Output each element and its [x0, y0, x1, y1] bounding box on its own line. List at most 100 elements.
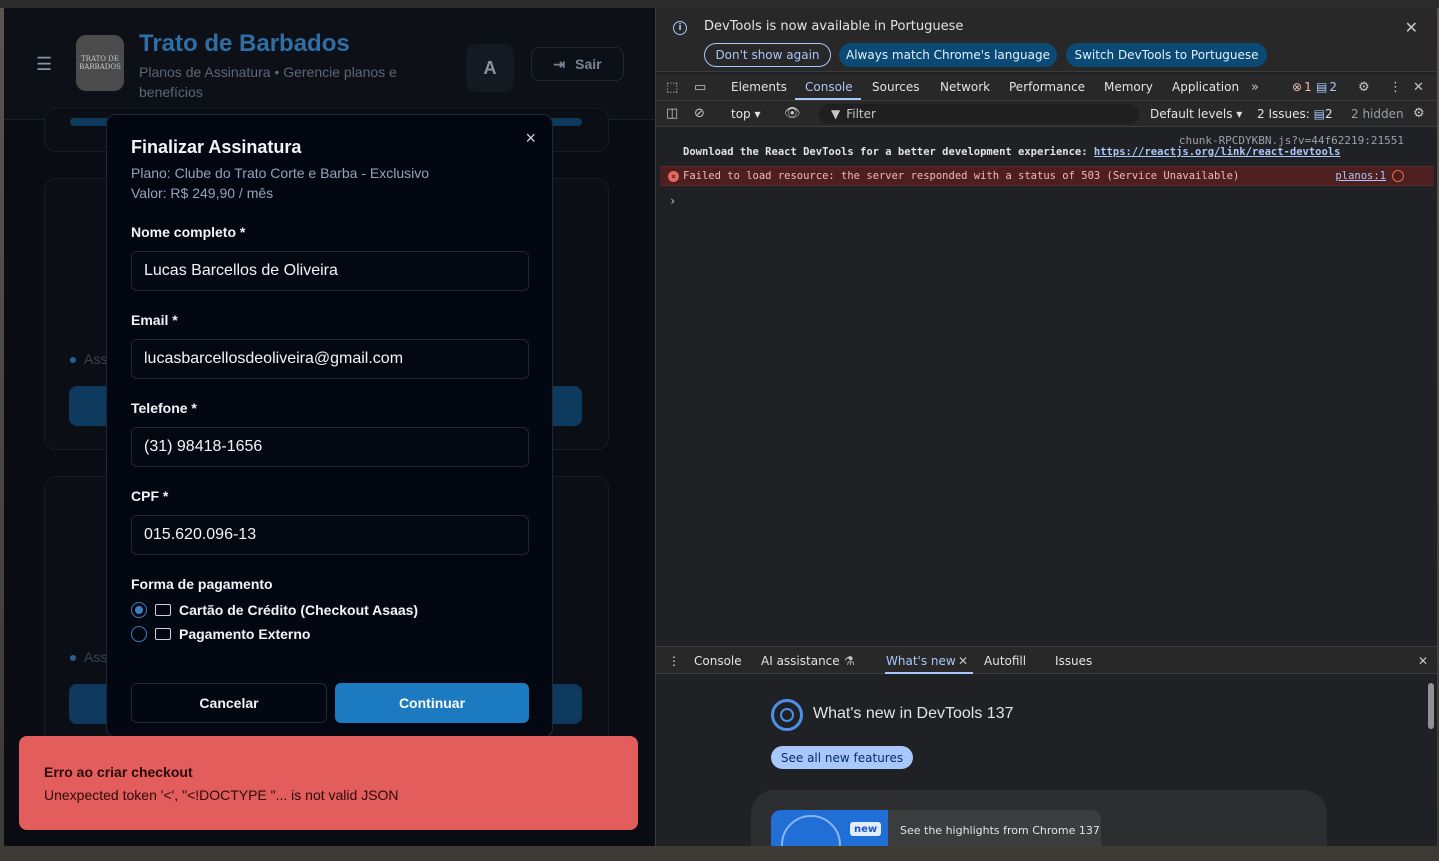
cash-icon [155, 628, 171, 640]
error-source-link[interactable]: planos:1 [1335, 170, 1386, 182]
error-message-row: × Failed to load resource: the server re… [660, 166, 1434, 186]
cpf-field[interactable]: 015.620.096-13 [131, 515, 529, 555]
app-page: ☰ TRATO DE BARBADOS Trato de Barbados Pl… [4, 8, 654, 846]
more-tabs-icon[interactable]: » [1251, 80, 1259, 95]
payment-label: Forma de pagamento [131, 576, 273, 592]
message-counter[interactable]: ▤ 2 [1316, 80, 1337, 94]
scrollbar[interactable] [1428, 683, 1434, 729]
whats-new-title: What's new in DevTools 137 [813, 705, 1014, 722]
chrome-devtools-logo-icon [771, 699, 803, 731]
toast-title: Erro ao criar checkout [44, 764, 193, 780]
issues-label: 2 Issues: [1257, 107, 1310, 121]
network-stop-icon[interactable] [1392, 170, 1404, 182]
device-toolbar-icon[interactable]: ▭ [694, 80, 706, 95]
drawer-tab-whats-new[interactable]: What's new [886, 654, 956, 668]
modal-title: Finalizar Assinatura [131, 137, 302, 157]
switch-language-button[interactable]: Switch DevTools to Portuguese [1066, 43, 1267, 67]
menu-icon[interactable]: ☰ [36, 54, 52, 75]
message-icon: ▤ [1316, 80, 1328, 94]
active-drawer-tab-indicator [885, 672, 973, 674]
console-settings-icon[interactable]: ⚙ [1413, 106, 1425, 121]
radio-button[interactable] [131, 602, 147, 618]
cancel-button[interactable]: Cancelar [131, 683, 327, 723]
kebab-menu-icon[interactable]: ⋮ [1389, 80, 1402, 95]
console-output: chunk-RPCDYKBN.js?v=44f62219:21551 Downl… [656, 128, 1437, 646]
avatar[interactable]: A [466, 44, 514, 92]
console-toolbar: ◫ ⊘ top ▾ 👁 ▼ Filter Default levels ▾ 2 … [656, 101, 1437, 127]
error-counter[interactable]: ⊗ 1 [1292, 80, 1312, 94]
log-link[interactable]: https://reactjs.org/link/react-devtools [1094, 146, 1341, 158]
payment-option-label: Cartão de Crédito (Checkout Asaas) [179, 602, 419, 618]
toast-message: Unexpected token '<', "<!DOCTYPE "... is… [44, 787, 399, 803]
error-toast[interactable]: Erro ao criar checkout Unexpected token … [19, 736, 638, 830]
continue-button[interactable]: Continuar [335, 683, 529, 723]
phone-field[interactable]: (31) 98418-1656 [131, 427, 529, 467]
filter-placeholder: Filter [846, 107, 876, 121]
close-icon[interactable]: ✕ [1405, 18, 1418, 37]
brand-subtitle: Planos de Assinatura • Gerencie planos e… [139, 64, 397, 100]
whats-new-panel: What's new in DevTools 137 See all new f… [656, 675, 1437, 846]
new-badge: new [850, 822, 882, 836]
filter-icon: ▼ [831, 107, 841, 121]
name-field[interactable]: Lucas Barcellos de Oliveira [131, 251, 529, 291]
issues-button[interactable]: 2 Issues: ▤2 [1257, 107, 1333, 121]
infobar-text: DevTools is now available in Portuguese [704, 19, 964, 34]
close-tab-icon[interactable]: ✕ [958, 654, 968, 668]
settings-gear-icon[interactable]: ⚙ [1358, 80, 1370, 95]
see-all-features-button[interactable]: See all new features [771, 746, 913, 769]
email-field[interactable]: lucasbarcellosdeoliveira@gmail.com [131, 339, 529, 379]
plan-feature-text: Ass [84, 649, 108, 665]
drawer-tab-autofill[interactable]: Autofill [984, 654, 1026, 668]
console-prompt[interactable]: › [669, 194, 676, 208]
log-message: Download the React DevTools for a better… [683, 146, 1340, 158]
message-count: 2 [1329, 80, 1337, 94]
app-header: ☰ TRATO DE BARBADOS Trato de Barbados Pl… [4, 8, 654, 120]
issues-icon: ▤ [1313, 107, 1325, 121]
modal-value: Valor: R$ 249,90 / mês [131, 185, 274, 201]
levels-label: Default levels [1150, 107, 1233, 121]
tab-elements[interactable]: Elements [731, 80, 787, 94]
payment-option-label: Pagamento Externo [179, 626, 311, 642]
radio-button[interactable] [131, 626, 147, 642]
filter-input[interactable]: ▼ Filter [819, 104, 1139, 124]
context-label: top [731, 107, 751, 121]
flask-icon: ⚗ [844, 654, 855, 668]
tab-performance[interactable]: Performance [1009, 80, 1085, 94]
payment-option-external[interactable]: Pagamento Externo [131, 626, 310, 642]
plan-feature-text: Ass [84, 351, 108, 367]
tab-application[interactable]: Application [1172, 80, 1239, 94]
context-selector[interactable]: top ▾ [731, 107, 761, 121]
modal-plan: Plano: Clube do Trato Corte e Barba - Ex… [131, 165, 430, 181]
logout-button[interactable]: ⇥ Sair [531, 47, 624, 81]
brand-title: Trato de Barbados [139, 30, 350, 57]
tab-network[interactable]: Network [940, 80, 990, 94]
tab-sources[interactable]: Sources [872, 80, 919, 94]
active-tab-indicator [795, 98, 861, 100]
drawer-tabbar: ⋮ Console AI assistance ⚗ What's new ✕ A… [656, 646, 1437, 674]
error-icon: ⊗ [1292, 80, 1303, 94]
devtools-panel: i DevTools is now available in Portugues… [655, 8, 1437, 846]
cpf-label: CPF * [131, 488, 169, 504]
drawer-tab-console[interactable]: Console [694, 654, 742, 668]
close-icon[interactable]: × [525, 129, 536, 147]
tab-memory[interactable]: Memory [1104, 80, 1153, 94]
sidebar-toggle-icon[interactable]: ◫ [666, 106, 678, 121]
levels-dropdown[interactable]: Default levels ▾ [1150, 107, 1242, 121]
always-match-language-button[interactable]: Always match Chrome's language [839, 43, 1057, 67]
dont-show-again-button[interactable]: Don't show again [704, 43, 831, 67]
error-icon: × [668, 171, 679, 182]
error-text: Failed to load resource: the server resp… [683, 170, 1240, 182]
inspect-element-icon[interactable]: ⬚ [666, 80, 678, 95]
drawer-tab-issues[interactable]: Issues [1055, 654, 1092, 668]
highlights-card: new See the highlights from Chrome 137 [751, 790, 1327, 846]
drawer-menu-icon[interactable]: ⋮ [668, 654, 680, 668]
eye-icon[interactable]: 👁 [784, 106, 801, 121]
drawer-tab-ai-assistance[interactable]: AI assistance [761, 654, 840, 668]
tab-console[interactable]: Console [805, 80, 853, 94]
payment-option-card[interactable]: Cartão de Crédito (Checkout Asaas) [131, 602, 418, 618]
close-devtools-icon[interactable]: ✕ [1413, 80, 1424, 95]
clear-console-icon[interactable]: ⊘ [694, 106, 705, 121]
close-drawer-icon[interactable]: ✕ [1418, 654, 1428, 668]
language-infobar: i DevTools is now available in Portugues… [656, 8, 1437, 72]
highlights-video-card[interactable]: new See the highlights from Chrome 137 [771, 810, 1101, 846]
